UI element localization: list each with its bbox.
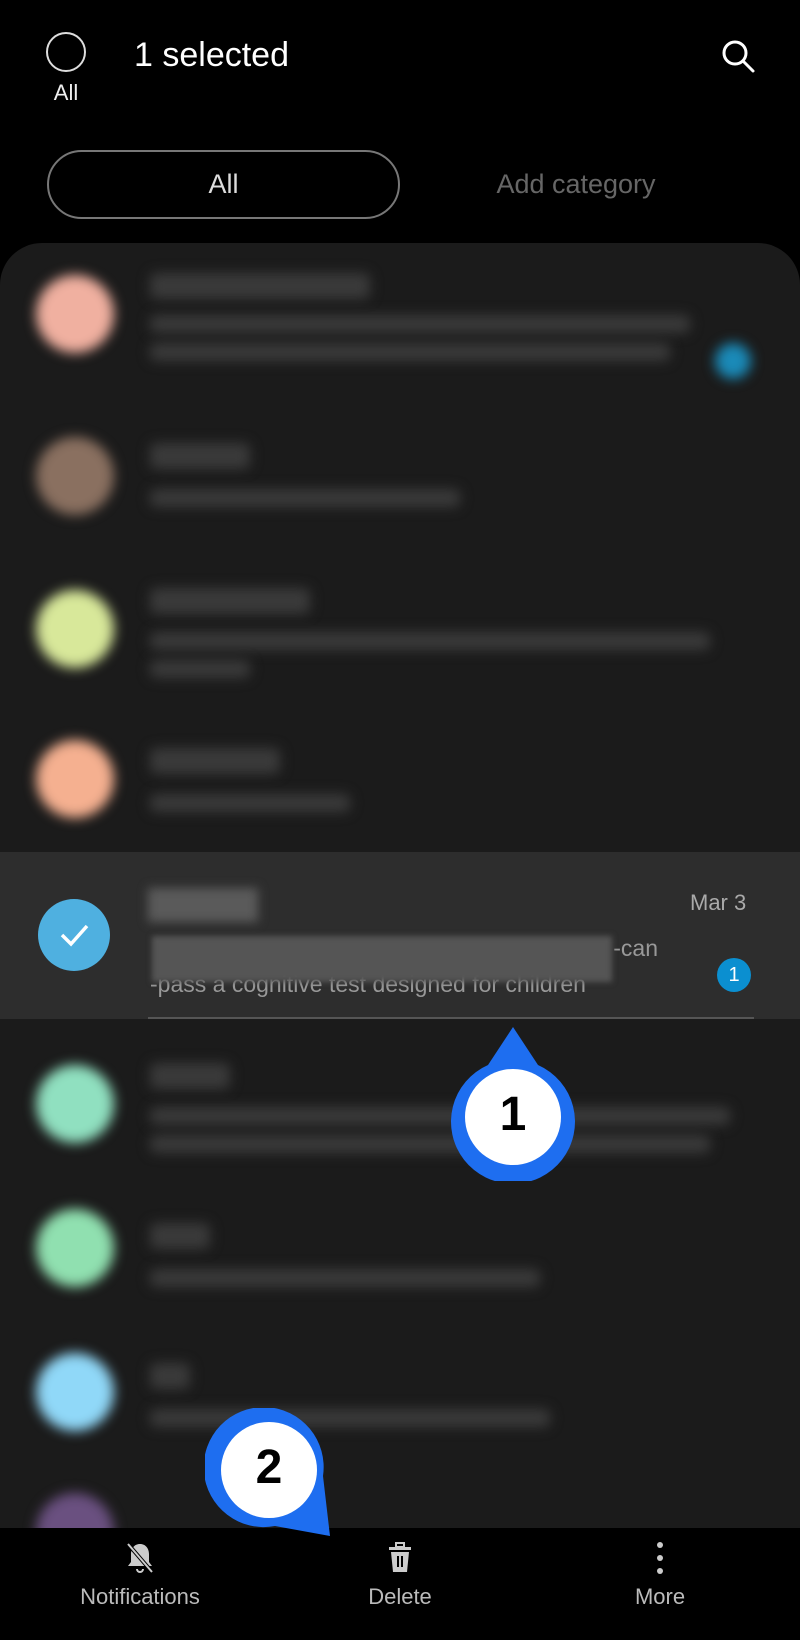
trash-icon [389, 1542, 411, 1572]
callout-1: 1 [450, 1025, 576, 1181]
list-item[interactable] [0, 1313, 800, 1463]
avatar [36, 1209, 114, 1287]
avatar [36, 1353, 114, 1431]
message-redacted [152, 936, 612, 982]
avatar [36, 590, 114, 668]
notifications-button[interactable]: Notifications [10, 1540, 270, 1610]
delete-label: Delete [368, 1584, 432, 1609]
callout-1-label: 1 [499, 1088, 527, 1141]
bell-off-icon [126, 1542, 154, 1574]
avatar [36, 437, 114, 515]
avatar [36, 1493, 114, 1533]
divider [148, 1017, 754, 1019]
more-label: More [634, 1584, 686, 1609]
callout-2-label: 2 [255, 1441, 283, 1494]
contact-name-redacted [148, 888, 258, 922]
conversation-date: Mar 3 [690, 890, 747, 915]
more-vertical-icon [657, 1542, 663, 1574]
avatar [36, 275, 114, 353]
list-item[interactable] [0, 403, 800, 553]
list-item[interactable] [0, 698, 800, 848]
check-icon [60, 924, 89, 947]
list-item[interactable] [0, 1453, 800, 1533]
page-title: 1 selected [134, 36, 289, 74]
list-item[interactable] [0, 243, 800, 393]
search-icon[interactable] [718, 36, 758, 76]
select-all-label: All [53, 80, 79, 105]
avatar [36, 740, 114, 818]
tab-add-category[interactable]: Add category [440, 150, 712, 219]
callout-2: 2 [205, 1408, 340, 1540]
list-item[interactable] [0, 1173, 800, 1323]
avatar [36, 1065, 114, 1143]
select-all-checkbox[interactable] [46, 32, 86, 72]
tab-all[interactable]: All [47, 150, 400, 219]
selected-checkbox[interactable] [38, 899, 110, 971]
delete-button[interactable]: Delete [270, 1540, 530, 1610]
unread-badge: 1 [717, 958, 751, 992]
more-button[interactable]: More [530, 1540, 790, 1610]
list-item[interactable] [0, 548, 800, 698]
notifications-label: Notifications [80, 1584, 200, 1609]
list-item[interactable] [0, 1023, 800, 1173]
